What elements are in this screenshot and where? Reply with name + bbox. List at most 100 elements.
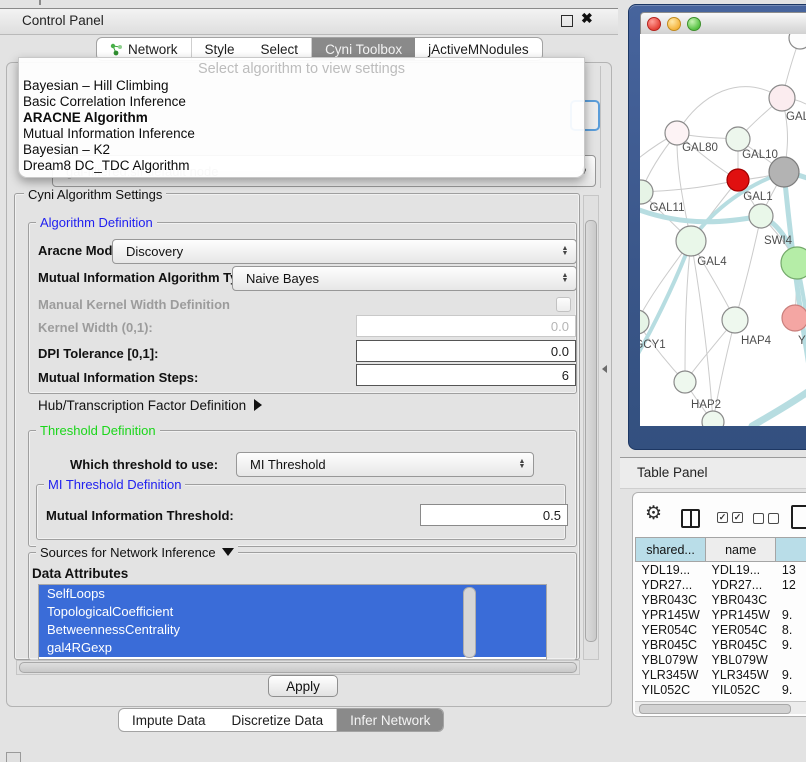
table-cell[interactable]: 9. bbox=[776, 637, 806, 652]
table-cell[interactable]: YBL079W bbox=[636, 652, 706, 667]
document-icon[interactable] bbox=[791, 505, 806, 529]
list-scrollbar-thumb[interactable] bbox=[463, 587, 476, 658]
table-cell[interactable]: YIL052C bbox=[706, 682, 776, 697]
node-swi4[interactable] bbox=[749, 204, 773, 228]
table-cell[interactable] bbox=[776, 652, 806, 667]
table-cell[interactable]: YDL19... bbox=[636, 562, 706, 578]
table-row[interactable]: YER054CYER054C8. bbox=[636, 622, 806, 637]
dropdown-item[interactable]: Dream8 DC_TDC Algorithm bbox=[19, 158, 584, 174]
network-canvas[interactable]: GALGAL80GAL10GAL1GAL11SWI4GAL4HAP4YGCY1H… bbox=[640, 34, 806, 426]
horizontal-scrollbar-thumb[interactable] bbox=[19, 662, 577, 673]
checkbox-unchecked-icon[interactable] bbox=[753, 513, 764, 524]
node-gal10[interactable] bbox=[726, 127, 750, 151]
checkbox-checked-icon[interactable]: ✓ bbox=[732, 512, 743, 523]
node-hap4[interactable] bbox=[722, 307, 748, 333]
table-cell[interactable]: YER054C bbox=[636, 622, 706, 637]
table-cell[interactable]: YLR345W bbox=[706, 667, 776, 682]
network-edge-thick[interactable] bbox=[752, 386, 806, 426]
table-cell[interactable]: YBR043C bbox=[636, 592, 706, 607]
node-gal-right[interactable] bbox=[769, 85, 795, 111]
table-cell[interactable]: YDR27... bbox=[636, 577, 706, 592]
column-header[interactable]: shared... bbox=[636, 538, 706, 562]
table-row[interactable]: YIL052CYIL052C9. bbox=[636, 682, 806, 697]
checkbox-unchecked-icon[interactable] bbox=[768, 513, 779, 524]
zoom-traffic-light[interactable] bbox=[687, 17, 701, 31]
table-row[interactable]: YPR145WYPR145W9. bbox=[636, 607, 806, 622]
network-edge[interactable] bbox=[641, 180, 738, 192]
dpi-tolerance-field[interactable]: 0.0 bbox=[356, 340, 576, 362]
node-gal4[interactable] bbox=[676, 226, 706, 256]
node-gray[interactable] bbox=[769, 157, 799, 187]
dropdown-item[interactable]: Basic Correlation Inference bbox=[19, 94, 584, 110]
aracne-mode-combo[interactable]: Discovery ▲▼ bbox=[112, 239, 577, 264]
node-gcy1[interactable] bbox=[640, 310, 649, 334]
table-cell[interactable]: YBL079W bbox=[706, 652, 776, 667]
dropdown-item[interactable]: Bayesian – Hill Climbing bbox=[19, 78, 584, 94]
node-bottom-partial[interactable] bbox=[702, 411, 724, 426]
vertical-scrollbar-thumb[interactable] bbox=[585, 220, 597, 642]
node-hap2[interactable] bbox=[674, 371, 696, 393]
table-row[interactable]: YBR045CYBR045C9. bbox=[636, 637, 806, 652]
table-cell[interactable]: 9. bbox=[776, 682, 806, 697]
network-edge[interactable] bbox=[691, 241, 713, 422]
dropdown-item[interactable]: Mutual Information Inference bbox=[19, 126, 584, 142]
kernel-width-field[interactable]: 0.0 bbox=[356, 315, 576, 337]
table-cell[interactable]: YBR045C bbox=[706, 637, 776, 652]
dropdown-item[interactable]: Bayesian – K2 bbox=[19, 142, 584, 158]
table-cell[interactable]: 13 bbox=[776, 562, 806, 578]
splitter-arrow-icon[interactable] bbox=[602, 365, 607, 373]
table-cell[interactable]: YDR27... bbox=[706, 577, 776, 592]
dropdown-item[interactable]: ARACNE Algorithm bbox=[19, 110, 584, 126]
table-cell[interactable]: YPR145W bbox=[706, 607, 776, 622]
tab-infer-network[interactable]: Infer Network bbox=[336, 709, 443, 731]
gear-icon[interactable]: ⚙ bbox=[645, 504, 662, 523]
node-top-partial[interactable] bbox=[789, 34, 806, 49]
table-cell[interactable]: 8. bbox=[776, 622, 806, 637]
hub-definition-expander[interactable]: Hub/Transcription Factor Definition bbox=[38, 398, 262, 413]
which-threshold-combo[interactable]: MI Threshold ▲▼ bbox=[236, 452, 534, 477]
table-cell[interactable]: YBR045C bbox=[636, 637, 706, 652]
float-window-icon[interactable] bbox=[561, 15, 573, 27]
node-gal1[interactable] bbox=[727, 169, 749, 191]
table-cell[interactable]: YDL19... bbox=[706, 562, 776, 578]
checkbox-checked-icon[interactable]: ✓ bbox=[717, 512, 728, 523]
table-row[interactable]: YDR27...YDR27...12 bbox=[636, 577, 806, 592]
sources-expander[interactable]: Sources for Network Inference bbox=[36, 545, 238, 560]
table-row[interactable]: YLR345WYLR345W9. bbox=[636, 667, 806, 682]
table-cell[interactable]: 9. bbox=[776, 607, 806, 622]
table-row[interactable]: YDL19...YDL19...13 bbox=[636, 562, 806, 578]
network-edge[interactable] bbox=[735, 216, 761, 320]
table-cell[interactable]: 9. bbox=[776, 667, 806, 682]
table-cell[interactable]: YLR345W bbox=[636, 667, 706, 682]
table-cell[interactable]: YBR043C bbox=[706, 592, 776, 607]
table-row[interactable]: YBR043CYBR043C bbox=[636, 592, 806, 607]
table-cell[interactable]: YIL052C bbox=[636, 682, 706, 697]
network-window-titlebar[interactable] bbox=[640, 12, 806, 36]
columns-icon[interactable] bbox=[681, 509, 700, 528]
mi-steps-field[interactable]: 6 bbox=[356, 364, 576, 386]
mi-threshold-field[interactable]: 0.5 bbox=[420, 504, 568, 526]
close-icon[interactable]: ✖ bbox=[581, 10, 593, 27]
network-edge[interactable] bbox=[685, 241, 691, 382]
node-gal11[interactable] bbox=[640, 180, 653, 204]
table-cell[interactable]: YPR145W bbox=[636, 607, 706, 622]
table-cell[interactable]: 12 bbox=[776, 577, 806, 592]
table-hscrollbar-track[interactable] bbox=[635, 701, 806, 714]
tab-impute-data[interactable]: Impute Data bbox=[119, 709, 219, 731]
network-edge[interactable] bbox=[677, 87, 782, 133]
apply-button[interactable]: Apply bbox=[268, 675, 338, 697]
collapsed-panel-icon[interactable] bbox=[6, 752, 21, 762]
close-traffic-light[interactable] bbox=[647, 17, 661, 31]
tab-discretize-data[interactable]: Discretize Data bbox=[219, 709, 337, 731]
table-cell[interactable] bbox=[776, 592, 806, 607]
minimize-traffic-light[interactable] bbox=[667, 17, 681, 31]
manual-kernel-checkbox[interactable] bbox=[556, 297, 571, 312]
table-hscrollbar-thumb[interactable] bbox=[639, 704, 791, 714]
table-cell[interactable]: YER054C bbox=[706, 622, 776, 637]
mi-type-combo[interactable]: Naive Bayes ▲▼ bbox=[232, 266, 577, 291]
column-header[interactable]: name bbox=[706, 538, 776, 562]
node-big-green[interactable] bbox=[781, 247, 806, 279]
column-header[interactable] bbox=[776, 538, 806, 562]
node-salmon[interactable] bbox=[782, 305, 806, 331]
table-row[interactable]: YBL079WYBL079W bbox=[636, 652, 806, 667]
